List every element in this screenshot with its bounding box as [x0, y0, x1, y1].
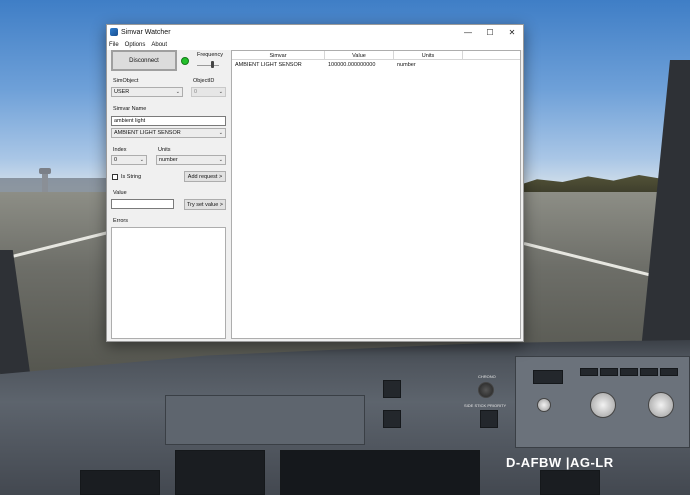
- pfd-screen: [175, 450, 265, 495]
- main-content: Disconnect Frequency SimObject USER ⌄ Ob…: [107, 50, 523, 341]
- menu-bar: File Options About: [107, 39, 523, 50]
- chevron-down-icon: ⌄: [139, 157, 144, 163]
- minimize-button[interactable]: —: [457, 25, 479, 39]
- cell-units: number: [397, 61, 416, 68]
- simvar-select[interactable]: AMBIENT LIGHT SENSOR ⌄: [111, 128, 226, 138]
- fcu-button: [620, 368, 638, 376]
- clock-panel: [80, 470, 160, 495]
- nd-range-knob: [648, 392, 674, 418]
- table-row[interactable]: AMBIENT LIGHT SENSOR 100000.000000000 nu…: [232, 60, 520, 69]
- nd-mode-knob: [590, 392, 616, 418]
- value-input[interactable]: [111, 199, 174, 209]
- objectid-selected-value: 0: [194, 89, 198, 95]
- value-label: Value: [113, 190, 127, 196]
- frequency-slider-track[interactable]: [197, 65, 219, 66]
- glareshield-button: [383, 410, 401, 428]
- simvar-table[interactable]: Simvar Value Units AMBIENT LIGHT SENSOR …: [231, 50, 521, 339]
- title-bar[interactable]: Simvar Watcher — ☐ ✕: [107, 25, 523, 39]
- menu-about[interactable]: About: [151, 42, 167, 48]
- fcu-button: [600, 368, 618, 376]
- cell-simvar: AMBIENT LIGHT SENSOR: [235, 61, 302, 68]
- maximize-button[interactable]: ☐: [479, 25, 501, 39]
- units-selected-value: number: [159, 157, 178, 163]
- aircraft-registration: D-AFBW |AG-LR: [506, 455, 614, 470]
- errors-label: Errors: [113, 218, 128, 224]
- simvar-search-text[interactable]: [114, 118, 225, 124]
- chrono-label: CHRONO: [478, 374, 496, 379]
- isis-screen: [540, 470, 600, 495]
- instrument-panel: [165, 395, 365, 445]
- simobject-selected-value: USER: [114, 89, 130, 95]
- simobject-label: SimObject: [113, 78, 139, 84]
- chevron-down-icon: ⌄: [218, 130, 223, 136]
- nd-screen: [280, 450, 480, 495]
- menu-file[interactable]: File: [109, 42, 119, 48]
- table-header: Simvar Value Units: [232, 51, 520, 60]
- window-controls: — ☐ ✕: [457, 25, 523, 39]
- chevron-down-icon: ⌄: [175, 89, 180, 95]
- frequency-slider-thumb[interactable]: [211, 61, 214, 68]
- objectid-select[interactable]: 0 ⌄: [191, 87, 226, 97]
- chevron-down-icon: ⌄: [218, 89, 223, 95]
- glareshield-button: [480, 410, 498, 428]
- column-header-simvar[interactable]: Simvar: [232, 51, 325, 60]
- is-string-checkbox[interactable]: [112, 174, 118, 180]
- column-header-units[interactable]: Units: [394, 51, 463, 60]
- try-set-value-button[interactable]: Try set value >: [184, 199, 226, 210]
- column-header-value[interactable]: Value: [325, 51, 394, 60]
- units-select[interactable]: number ⌄: [156, 155, 226, 165]
- units-label: Units: [158, 147, 171, 153]
- index-label: Index: [113, 147, 127, 153]
- is-string-label: Is String: [121, 174, 142, 180]
- menu-options[interactable]: Options: [125, 42, 146, 48]
- cell-value: 100000.000000000: [328, 61, 376, 68]
- objectid-label: ObjectID: [193, 78, 215, 84]
- fcu-button: [640, 368, 658, 376]
- glareshield-button: [383, 380, 401, 398]
- simvar-selected-value: AMBIENT LIGHT SENSOR: [114, 130, 181, 136]
- fcu-display: [533, 370, 563, 384]
- fcu-button: [580, 368, 598, 376]
- add-request-button[interactable]: Add request >: [184, 171, 226, 182]
- simvar-search-input[interactable]: [111, 116, 226, 126]
- errors-list[interactable]: [111, 227, 226, 339]
- chrono-button: [478, 382, 494, 398]
- frequency-label: Frequency: [197, 52, 223, 58]
- simvar-watcher-window: Simvar Watcher — ☐ ✕ File Options About …: [106, 24, 524, 342]
- simobject-select[interactable]: USER ⌄: [111, 87, 183, 97]
- chevron-down-icon: ⌄: [218, 157, 223, 163]
- side-stick-label: SIDE STICK PRIORITY: [464, 403, 507, 408]
- app-icon: [110, 28, 118, 36]
- disconnect-button[interactable]: Disconnect: [111, 50, 177, 71]
- index-select[interactable]: 0 ⌄: [111, 155, 147, 165]
- baro-knob: [537, 398, 551, 412]
- fcu-button: [660, 368, 678, 376]
- index-selected-value: 0: [114, 157, 118, 163]
- connection-status-indicator: [181, 57, 189, 65]
- close-button[interactable]: ✕: [501, 25, 523, 39]
- simvar-name-label: Simvar Name: [113, 106, 147, 112]
- window-title: Simvar Watcher: [121, 28, 171, 36]
- control-tower: [39, 168, 51, 194]
- value-input-text[interactable]: [114, 201, 173, 207]
